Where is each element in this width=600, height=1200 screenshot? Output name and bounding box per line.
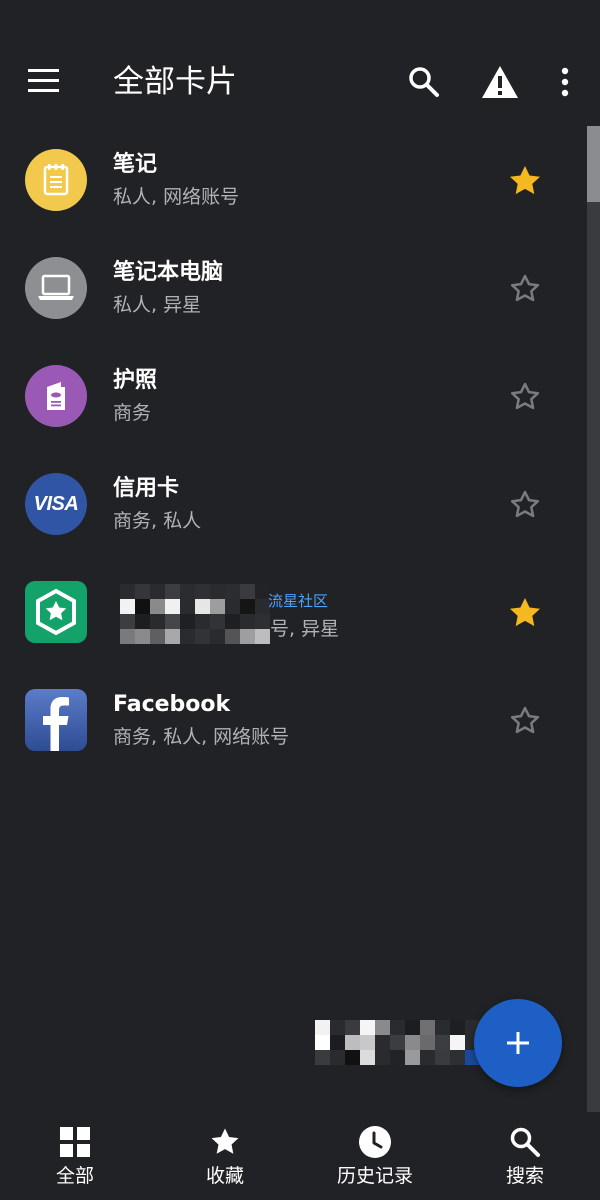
- card-tags: 商务, 私人: [113, 510, 202, 532]
- tab-label: 搜索: [505, 1165, 544, 1187]
- hexagon-star-icon: [25, 581, 87, 643]
- list-item[interactable]: 笔记 私人, 网络账号: [0, 126, 586, 234]
- tab-label: 历史记录: [336, 1165, 413, 1187]
- favorite-star-icon[interactable]: [506, 702, 544, 740]
- more-vert-icon[interactable]: [543, 60, 587, 104]
- scrollbar[interactable]: [587, 126, 600, 1112]
- card-name: Facebook: [113, 692, 231, 717]
- list-item[interactable]: VISA 信用卡 商务, 私人: [0, 450, 586, 558]
- warning-icon[interactable]: [478, 60, 522, 104]
- favorite-star-icon[interactable]: [506, 162, 544, 200]
- link-text[interactable]: 流星社区: [268, 590, 328, 611]
- card-name: 信用卡: [113, 476, 180, 501]
- visa-logo-text: VISA: [33, 492, 79, 515]
- bottom-nav: 全部 收藏 历史记录 搜索: [0, 1112, 600, 1200]
- search-icon[interactable]: [402, 60, 446, 104]
- tab-history[interactable]: 历史记录: [300, 1112, 450, 1200]
- redacted-block: [315, 1020, 495, 1065]
- card-tags: 号, 异星: [270, 618, 340, 640]
- menu-icon[interactable]: [24, 62, 64, 102]
- list-item[interactable]: 笔记本电脑 私人, 异星: [0, 234, 586, 342]
- card-name: 笔记本电脑: [113, 260, 224, 285]
- tab-favorites[interactable]: 收藏: [150, 1112, 300, 1200]
- search-icon: [507, 1124, 543, 1160]
- tab-all[interactable]: 全部: [0, 1112, 150, 1200]
- facebook-icon: [25, 689, 87, 751]
- list-item[interactable]: 号, 异星: [0, 558, 586, 666]
- card-tags: 商务: [113, 402, 152, 424]
- plus-icon: [507, 1032, 529, 1054]
- list-item[interactable]: 护照 商务: [0, 342, 586, 450]
- add-card-button[interactable]: [474, 999, 562, 1087]
- list-item[interactable]: Facebook 商务, 私人, 网络账号: [0, 666, 586, 774]
- redacted-block: [120, 584, 270, 644]
- favorite-star-icon[interactable]: [506, 594, 544, 632]
- laptop-icon: [25, 257, 87, 319]
- card-name: 护照: [113, 368, 158, 393]
- clock-icon: [357, 1124, 393, 1160]
- page-title: 全部卡片: [113, 64, 237, 100]
- scrollbar-thumb[interactable]: [587, 126, 600, 202]
- favorite-star-icon[interactable]: [506, 378, 544, 416]
- visa-icon: VISA: [25, 473, 87, 535]
- tab-label: 全部: [55, 1165, 94, 1187]
- card-tags: 私人, 网络账号: [113, 186, 240, 208]
- card-name: 笔记: [113, 152, 158, 177]
- passport-icon: [25, 365, 87, 427]
- card-tags: 商务, 私人, 网络账号: [113, 726, 290, 748]
- grid-icon: [57, 1124, 93, 1160]
- tab-label: 收藏: [205, 1165, 244, 1187]
- card-tags: 私人, 异星: [113, 294, 202, 316]
- favorite-star-icon[interactable]: [506, 486, 544, 524]
- favorite-star-icon[interactable]: [506, 270, 544, 308]
- app-bar: 全部卡片: [0, 0, 600, 126]
- tab-search[interactable]: 搜索: [450, 1112, 600, 1200]
- star-icon: [207, 1124, 243, 1160]
- notepad-icon: [25, 149, 87, 211]
